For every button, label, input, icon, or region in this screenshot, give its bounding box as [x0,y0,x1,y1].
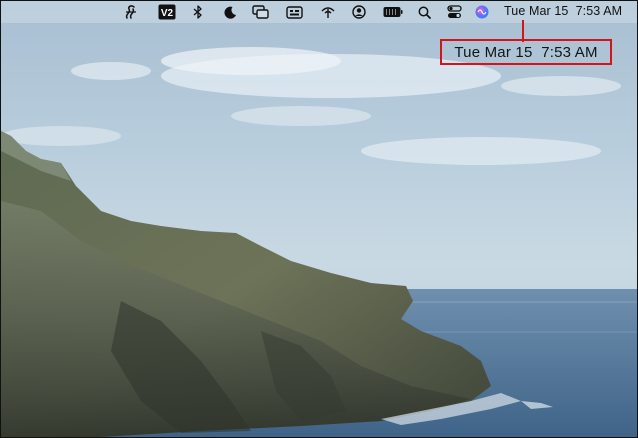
screenshot-frame: V2 Tue Mar 15 7:53 AM Tue Mar 15 7:53 AM [0,0,638,438]
screen-mirroring-icon[interactable] [251,3,269,21]
focus-moon-icon[interactable] [222,3,238,21]
menu-bar-clock[interactable]: Tue Mar 15 7:53 AM [504,4,622,18]
user-account-icon[interactable] [351,3,367,21]
menu-bar: V2 Tue Mar 15 7:53 AM [1,1,637,23]
v2-app-icon[interactable]: V2 [158,3,176,21]
keyboard-viewer-icon[interactable] [285,3,303,21]
enlarged-clock-text: Tue Mar 15 7:53 AM [454,43,598,61]
bluetooth-icon[interactable] [191,3,205,21]
clock-highlight-box: Tue Mar 15 7:53 AM [440,39,612,65]
spotlight-search-icon[interactable] [416,3,432,21]
wallpaper-landscape-image [1,47,637,437]
battery-icon[interactable] [383,3,403,21]
desktop-wallpaper [1,1,637,437]
wifi-antenna-icon[interactable] [319,3,337,21]
control-center-icon[interactable] [445,3,463,21]
siri-icon[interactable] [474,3,490,21]
v2-app-label: V2 [161,8,174,19]
script-editor-icon[interactable] [122,3,140,21]
